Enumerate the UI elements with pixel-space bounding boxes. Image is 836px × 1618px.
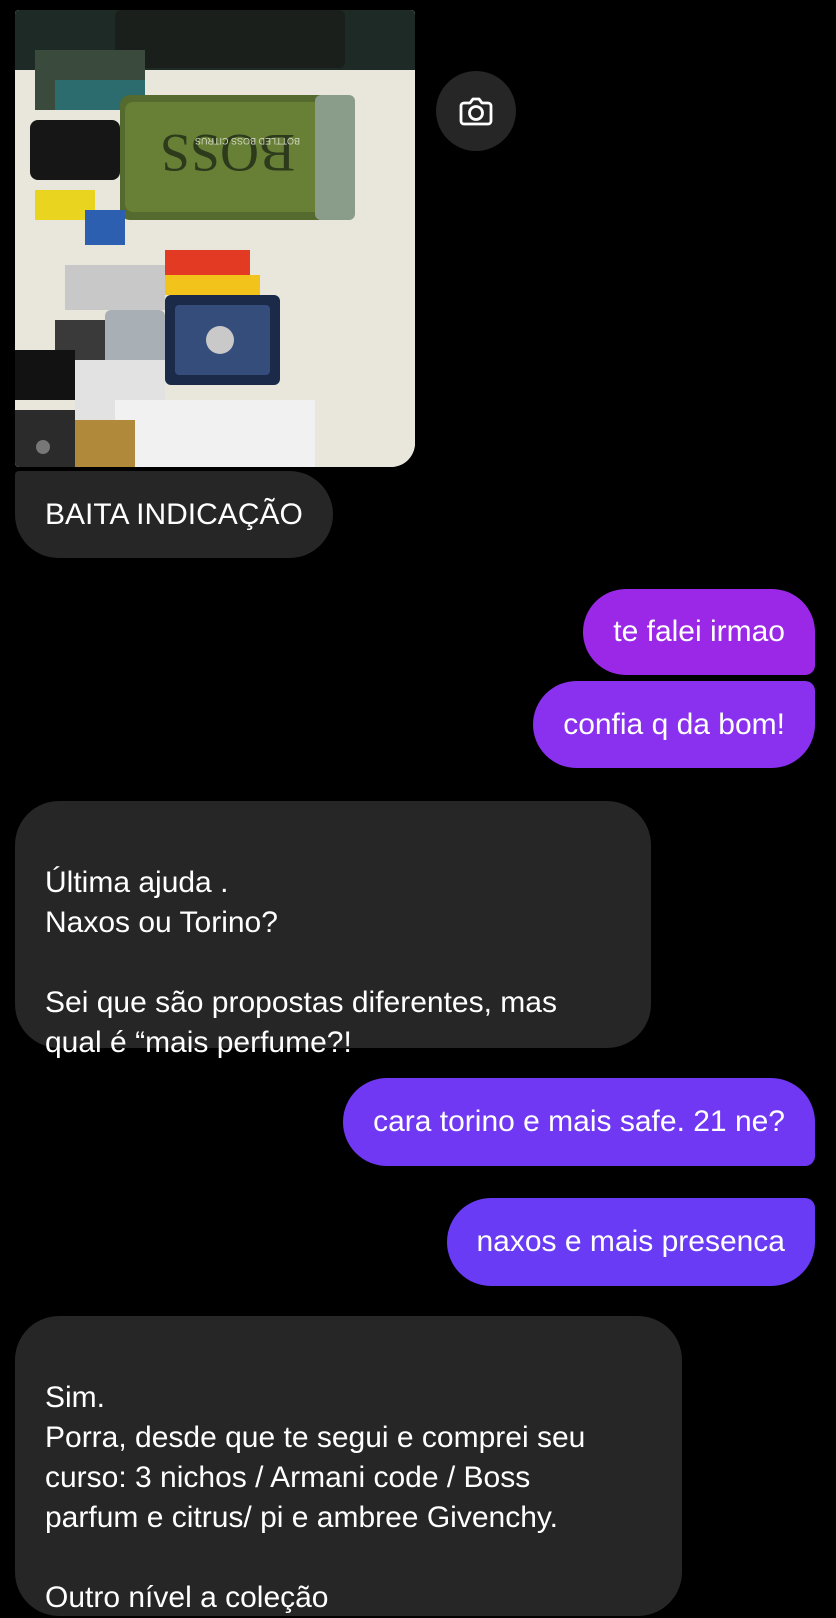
camera-button[interactable] [436, 71, 516, 151]
message-text: naxos e mais presenca [476, 1225, 786, 1258]
svg-text:BOSS: BOSS [160, 123, 295, 183]
message-text: te falei irmao [613, 615, 785, 648]
message-text: Sim. Porra, desde que te segui e comprei… [45, 1381, 586, 1614]
shared-photo[interactable]: BOSS BOTTLED BOSS CITRUS [15, 10, 415, 467]
message-text: BAITA INDICAÇÃO [45, 497, 303, 531]
sent-message[interactable]: confia q da bom! [533, 681, 815, 768]
svg-text:BOTTLED BOSS CITRUS: BOTTLED BOSS CITRUS [195, 136, 300, 146]
message-text: Última ajuda . Naxos ou Torino? Sei que … [45, 866, 557, 1059]
sent-message[interactable]: te falei irmao [583, 589, 815, 675]
message-text: cara torino e mais safe. 21 ne? [373, 1105, 785, 1138]
received-message[interactable]: Sim. Porra, desde que te segui e comprei… [15, 1316, 682, 1616]
sent-message[interactable]: cara torino e mais safe. 21 ne? [343, 1078, 815, 1166]
received-message[interactable]: Última ajuda . Naxos ou Torino? Sei que … [15, 801, 651, 1059]
perfume-bottles-photo: BOSS BOTTLED BOSS CITRUS [15, 10, 415, 467]
received-message[interactable]: BAITA INDICAÇÃO [15, 471, 333, 558]
sent-message[interactable]: naxos e mais presenca [446, 1198, 815, 1286]
message-text: confia q da bom! [563, 707, 785, 741]
camera-icon [459, 97, 493, 126]
